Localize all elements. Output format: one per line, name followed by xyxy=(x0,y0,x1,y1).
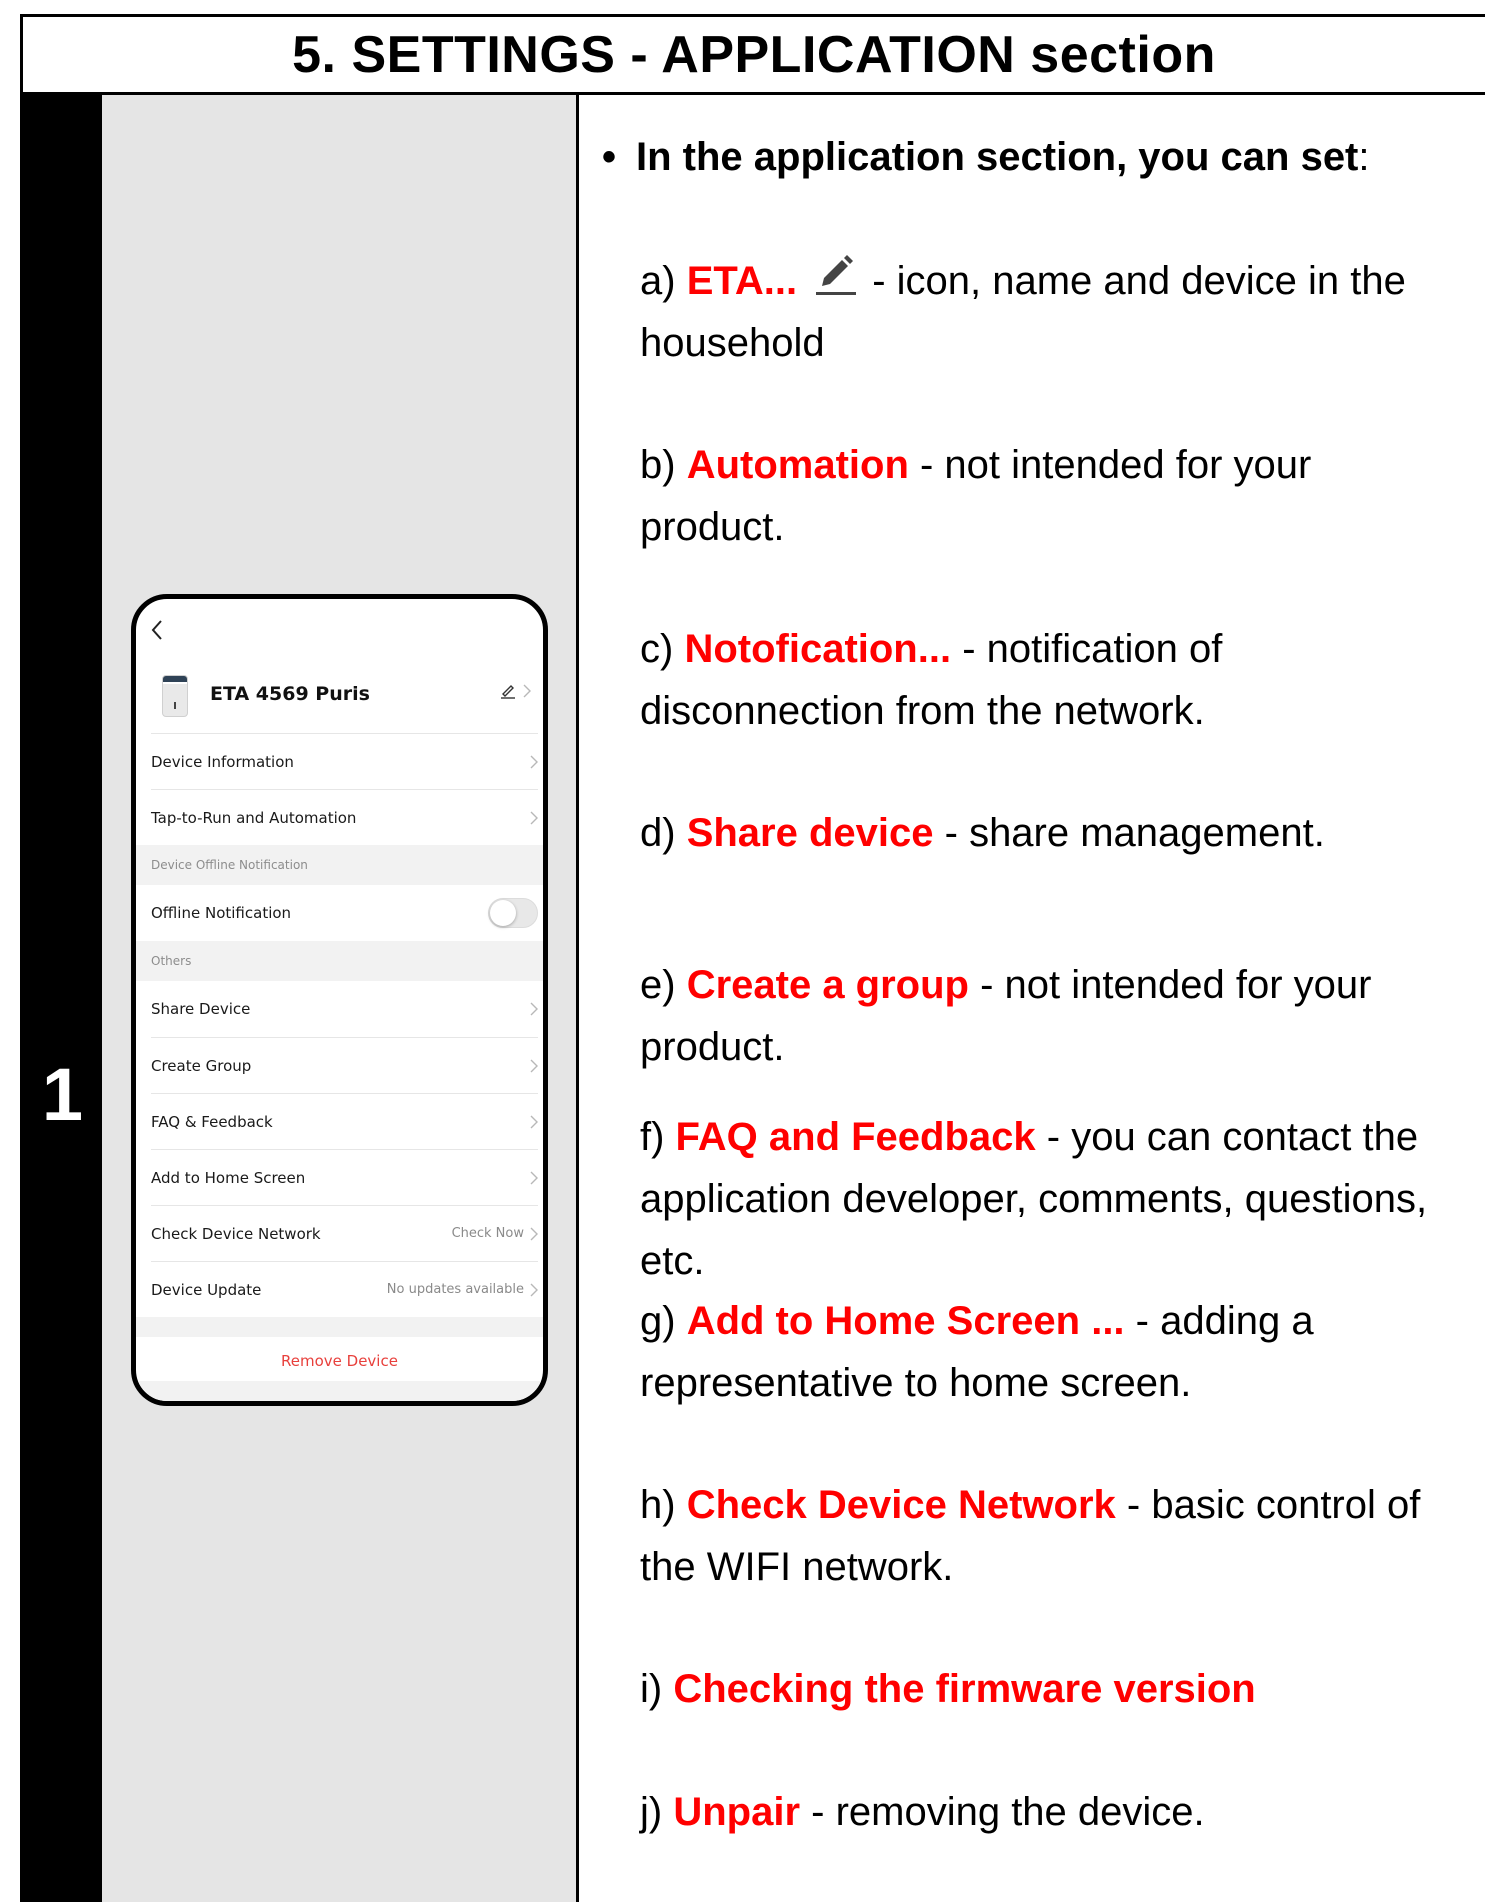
item-highlight: Unpair xyxy=(673,1790,801,1834)
item-prefix: a) xyxy=(640,259,687,303)
chevron-right-icon xyxy=(530,1002,538,1016)
instruction-item: i) Checking the firmware version xyxy=(640,1658,1460,1720)
instruction-item: f) FAQ and Feedback - you can contact th… xyxy=(640,1106,1460,1292)
chevron-right-icon xyxy=(530,1115,538,1128)
item-description: - share management. xyxy=(933,811,1325,855)
offline-notification-toggle[interactable] xyxy=(488,898,538,928)
row-label: Create Group xyxy=(151,1056,252,1075)
separator-band xyxy=(136,1317,543,1337)
settings-row-create-group[interactable]: Create Group xyxy=(151,1037,538,1093)
item-highlight: Check Device Network xyxy=(686,1483,1116,1527)
settings-row-add-to-home-screen[interactable]: Add to Home Screen xyxy=(151,1149,538,1205)
instruction-item: c) Notofication... - notification of dis… xyxy=(640,618,1460,742)
chevron-right-icon xyxy=(530,1227,538,1240)
chevron-right-icon xyxy=(530,1171,538,1184)
row-right xyxy=(530,1002,538,1016)
bullet: • xyxy=(602,135,617,179)
device-header[interactable]: ETA 4569 Puris xyxy=(136,671,543,733)
row-right xyxy=(530,1171,538,1185)
item-prefix: g) xyxy=(640,1299,687,1343)
pencil-icon xyxy=(816,255,857,295)
purifier-device-icon xyxy=(162,675,188,717)
chevron-right-icon xyxy=(530,811,538,824)
instruction-item: e) Create a group - not intended for you… xyxy=(640,954,1460,1078)
instruction-item: a) ETA... - icon, name and device in the… xyxy=(640,250,1460,374)
row-right: No updates available xyxy=(387,1282,538,1297)
instruction-item: d) Share device - share management. xyxy=(640,802,1460,864)
row-label: FAQ & Feedback xyxy=(151,1112,273,1131)
settings-row-tap-to-run-and-automation[interactable]: Tap-to-Run and Automation xyxy=(151,789,538,845)
step-column: 1 xyxy=(23,95,102,1902)
remove-device-button[interactable]: Remove Device xyxy=(136,1337,543,1385)
row-value: Check Now xyxy=(451,1226,524,1241)
row-value: No updates available xyxy=(386,1282,524,1297)
chevron-right-icon xyxy=(530,755,538,768)
chevron-right-icon xyxy=(530,1283,538,1296)
item-highlight: Create a group xyxy=(686,963,969,1007)
item-highlight: Notofication... xyxy=(684,627,952,671)
item-description: - removing the device. xyxy=(800,1790,1205,1834)
intro-line: • In the application section, you can se… xyxy=(602,135,1370,180)
item-prefix: h) xyxy=(640,1483,687,1527)
row-label: Add to Home Screen xyxy=(151,1168,306,1187)
row-label: Share Device xyxy=(151,1000,251,1018)
pencil-icon[interactable] xyxy=(499,683,517,699)
item-prefix: f) xyxy=(640,1115,676,1159)
row-label: Device Information xyxy=(151,752,294,771)
row-right: Check Now xyxy=(452,1226,538,1241)
settings-row-device-information[interactable]: Device Information xyxy=(151,733,538,789)
row-label: Tap-to-Run and Automation xyxy=(151,808,357,827)
item-prefix: b) xyxy=(640,443,687,487)
item-prefix: e) xyxy=(640,963,687,1007)
section-title-bar: 5. SETTINGS - APPLICATION section xyxy=(23,17,1485,95)
section-header: Others xyxy=(136,941,543,981)
settings-row-share-device[interactable]: Share Device xyxy=(151,981,538,1037)
chevron-right-icon xyxy=(530,1059,538,1072)
row-label: Device Update xyxy=(151,1280,262,1299)
item-highlight: Add to Home Screen ... xyxy=(686,1299,1125,1343)
settings-row-device-update[interactable]: Device Update No updates available xyxy=(151,1261,538,1317)
instruction-item: h) Check Device Network - basic control … xyxy=(640,1474,1460,1598)
intro-colon: : xyxy=(1358,135,1370,179)
item-prefix: c) xyxy=(640,627,685,671)
settings-row-faq-feedback[interactable]: FAQ & Feedback xyxy=(151,1093,538,1149)
step-number: 1 xyxy=(41,1053,84,1136)
item-highlight: Checking the firmware version xyxy=(673,1667,1256,1711)
edit-controls[interactable] xyxy=(499,683,531,699)
chevron-right-icon xyxy=(523,684,531,698)
row-label: Offline Notification xyxy=(151,904,292,922)
device-name: ETA 4569 Puris xyxy=(210,683,370,705)
row-label: Check Device Network xyxy=(151,1224,321,1243)
item-prefix: j) xyxy=(640,1790,674,1834)
settings-row-check-device-network[interactable]: Check Device Network Check Now xyxy=(151,1205,538,1261)
section-header: Device Offline Notification xyxy=(136,845,543,885)
bottom-band xyxy=(136,1381,543,1401)
page-title: 5. SETTINGS - APPLICATION section xyxy=(292,25,1216,84)
item-highlight: FAQ and Feedback xyxy=(675,1115,1036,1159)
item-prefix: d) xyxy=(640,811,687,855)
back-arrow-icon[interactable] xyxy=(150,619,164,641)
row-right xyxy=(488,898,538,928)
instruction-item: j) Unpair - removing the device. xyxy=(640,1781,1460,1843)
item-highlight: Share device xyxy=(686,811,934,855)
intro-text: In the application section, you can set xyxy=(636,135,1359,179)
row-right xyxy=(530,811,538,825)
instruction-item: g) Add to Home Screen ... - adding a rep… xyxy=(640,1290,1460,1414)
item-highlight: ETA... xyxy=(686,259,798,303)
row-right xyxy=(530,755,538,769)
phone-screenshot: ETA 4569 Puris Device Information Tap-to-… xyxy=(131,594,548,1406)
settings-row-offline-notification[interactable]: Offline Notification xyxy=(151,885,538,941)
item-highlight: Automation xyxy=(686,443,909,487)
row-right xyxy=(530,1115,538,1129)
instruction-item: b) Automation - not intended for your pr… xyxy=(640,434,1460,558)
row-right xyxy=(530,1059,538,1073)
item-prefix: i) xyxy=(640,1667,674,1711)
